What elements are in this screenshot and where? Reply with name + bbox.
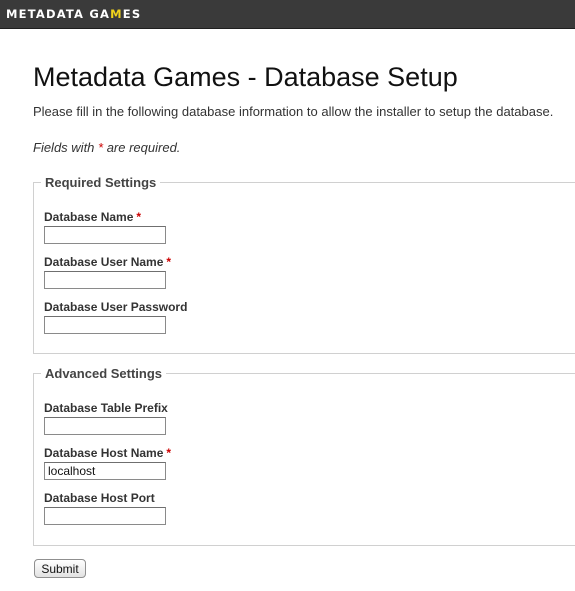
database-host-port-label-text: Database Host Port: [44, 491, 155, 505]
database-table-prefix-label-text: Database Table Prefix: [44, 401, 168, 415]
required-settings-legend: Required Settings: [41, 175, 161, 190]
database-user-password-label-text: Database User Password: [44, 300, 188, 314]
database-user-password-label: Database User Password: [44, 300, 187, 314]
database-host-name-label: Database Host Name *: [44, 446, 171, 460]
database-table-prefix-label: Database Table Prefix: [44, 401, 168, 415]
advanced-settings-legend: Advanced Settings: [41, 366, 167, 381]
database-host-name-label-text: Database Host Name: [44, 446, 164, 460]
database-user-name-label-text: Database User Name: [44, 255, 164, 269]
logo-text-part1: METADATA GA: [6, 7, 111, 21]
database-host-name-input[interactable]: [44, 462, 166, 480]
page-title: Metadata Games - Database Setup: [33, 62, 458, 92]
intro-text: Please fill in the following database in…: [33, 104, 554, 119]
note-suffix: are required.: [103, 140, 181, 155]
required-asterisk: *: [136, 210, 142, 224]
database-table-prefix-input[interactable]: [44, 417, 166, 435]
required-asterisk: *: [166, 255, 172, 269]
database-user-name-input[interactable]: [44, 271, 166, 289]
logo-text-accent: M: [110, 7, 123, 21]
required-asterisk: *: [166, 446, 172, 460]
database-name-label: Database Name *: [44, 210, 141, 224]
database-name-label-text: Database Name: [44, 210, 134, 224]
submit-button[interactable]: Submit: [34, 559, 86, 578]
required-note: Fields with * are required.: [33, 140, 180, 155]
database-host-port-input[interactable]: [44, 507, 166, 525]
note-prefix: Fields with: [33, 140, 99, 155]
database-host-port-label: Database Host Port: [44, 491, 155, 505]
top-bar: METADATA GAMES: [0, 0, 575, 29]
logo-text-part2: ES: [122, 7, 142, 21]
database-user-password-input[interactable]: [44, 316, 166, 334]
database-name-input[interactable]: [44, 226, 166, 244]
site-logo[interactable]: METADATA GAMES: [6, 7, 141, 21]
database-user-name-label: Database User Name *: [44, 255, 171, 269]
